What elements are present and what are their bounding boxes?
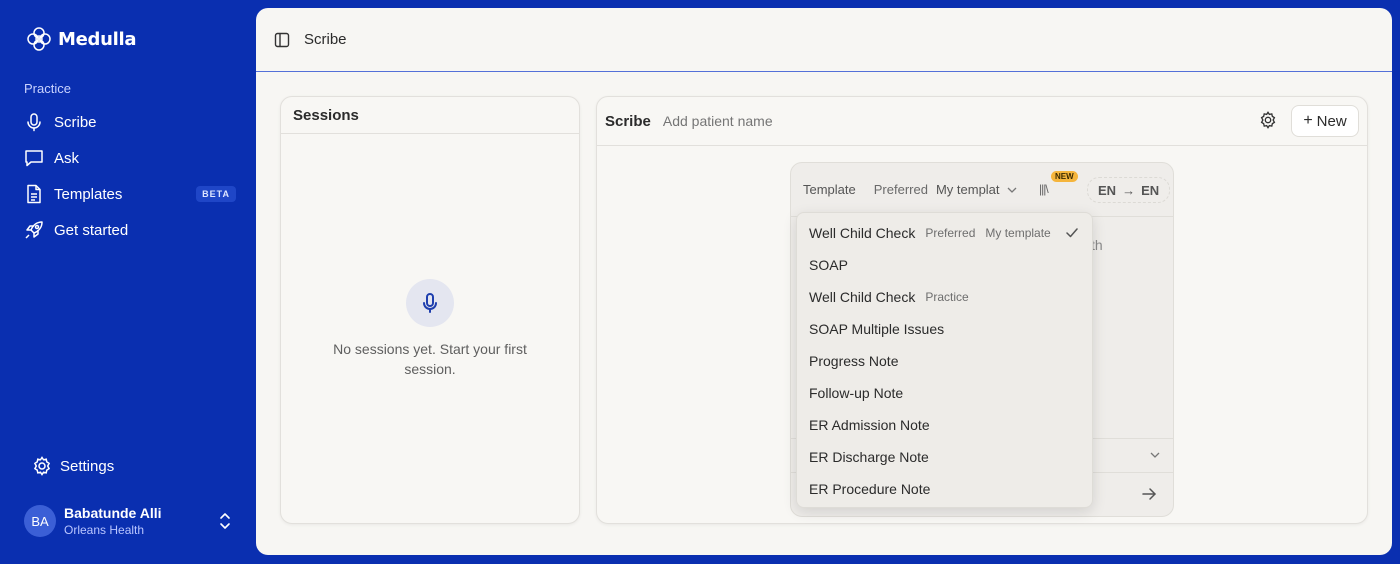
- option-label: SOAP: [809, 257, 848, 273]
- arrow-right-icon[interactable]: [1141, 487, 1157, 501]
- sidebar-item-label: Templates: [54, 185, 123, 203]
- sidebar-item-ask[interactable]: Ask: [24, 140, 236, 176]
- template-option-er-procedure-note[interactable]: ER Procedure Note: [797, 473, 1092, 505]
- option-label: Well Child Check: [809, 289, 916, 305]
- template-option-follow-up-note[interactable]: Follow-up Note: [797, 377, 1092, 409]
- template-selector[interactable]: Preferred My templat: [874, 182, 1018, 197]
- new-session-button[interactable]: + New: [1291, 105, 1359, 137]
- mic-icon: [27, 113, 41, 132]
- sidebar-item-label: Scribe: [54, 113, 97, 131]
- option-label: Follow-up Note: [809, 385, 904, 401]
- rocket-icon: [25, 221, 43, 239]
- template-option-progress-note[interactable]: Progress Note: [797, 345, 1092, 377]
- option-tag-practice: Practice: [925, 290, 969, 304]
- language-selector[interactable]: EN → EN: [1087, 177, 1171, 203]
- user-name: Babatunde Alli: [64, 505, 162, 521]
- topbar: Scribe: [256, 8, 1392, 72]
- template-dropdown: Well Child Check Preferred My template S…: [796, 212, 1093, 508]
- sessions-empty-state: No sessions yet. Start your first sessio…: [281, 279, 579, 379]
- scribe-header: Scribe: [597, 97, 1367, 146]
- template-label: Template: [803, 182, 856, 197]
- nav-section-label: Practice: [24, 81, 71, 96]
- scribe-title: Scribe: [605, 112, 651, 130]
- empty-mic-badge: [406, 279, 454, 327]
- new-badge: NEW: [1051, 171, 1078, 182]
- template-option-er-admission-note[interactable]: ER Admission Note: [797, 409, 1092, 441]
- chevron-down-icon: [1007, 187, 1016, 193]
- beta-badge: BETA: [196, 186, 236, 202]
- brand-name: Medulla: [58, 28, 137, 50]
- medulla-logo-icon: [27, 27, 51, 51]
- scribe-settings-icon[interactable]: [1259, 111, 1277, 129]
- sessions-panel: Sessions No sessions yet. Start your fir…: [280, 96, 580, 524]
- chat-icon: [25, 150, 43, 167]
- preferred-tag: Preferred: [873, 182, 928, 197]
- template-bar: Template Preferred My templat |||\ NEW E…: [791, 163, 1173, 217]
- option-label: Progress Note: [809, 353, 899, 369]
- arrow-right-icon: →: [1122, 182, 1136, 198]
- sidebar-item-label: Ask: [54, 149, 80, 167]
- page-title: Scribe: [304, 31, 347, 48]
- sessions-title: Sessions: [281, 97, 579, 134]
- user-org: Orleans Health: [64, 523, 145, 537]
- template-option-er-discharge-note[interactable]: ER Discharge Note: [797, 441, 1092, 473]
- target-language: EN: [1141, 182, 1160, 198]
- option-tag-preferred: Preferred: [925, 226, 976, 240]
- sidebar-nav: Scribe Ask Templates BETA Get started: [24, 104, 236, 248]
- template-option-well-child-check-practice[interactable]: Well Child Check Practice: [797, 281, 1092, 313]
- template-option-soap[interactable]: SOAP: [797, 249, 1092, 281]
- template-option-well-child-check[interactable]: Well Child Check Preferred My template: [797, 217, 1092, 249]
- source-language: EN: [1098, 182, 1117, 198]
- new-button-label: New: [1316, 112, 1347, 130]
- option-tag-my-template: My template: [985, 226, 1051, 240]
- option-label: ER Procedure Note: [809, 481, 931, 497]
- template-option-soap-multiple-issues[interactable]: SOAP Multiple Issues: [797, 313, 1092, 345]
- settings-label: Settings: [60, 457, 115, 475]
- option-label: ER Admission Note: [809, 417, 930, 433]
- patient-name-input[interactable]: [662, 113, 963, 129]
- chevron-up-down-icon[interactable]: [218, 511, 232, 531]
- avatar: BA: [24, 505, 56, 537]
- sidebar: Medulla Practice Scribe Ask Templates BE…: [0, 0, 256, 564]
- chevron-down-icon: [1150, 452, 1160, 458]
- document-icon: [27, 184, 41, 204]
- sidebar-toggle-icon[interactable]: [274, 32, 290, 48]
- option-label: ER Discharge Note: [809, 449, 929, 465]
- sidebar-item-templates[interactable]: Templates BETA: [24, 176, 236, 212]
- check-icon: [1066, 228, 1078, 238]
- library-icon[interactable]: |||\: [1039, 182, 1049, 196]
- plus-icon: +: [1303, 112, 1313, 129]
- gear-icon: [33, 456, 51, 476]
- brand[interactable]: Medulla: [24, 24, 137, 54]
- sidebar-item-get-started[interactable]: Get started: [24, 212, 236, 248]
- empty-sessions-text: No sessions yet. Start your first sessio…: [333, 341, 527, 377]
- sidebar-item-scribe[interactable]: Scribe: [24, 104, 236, 140]
- user-menu[interactable]: BA Babatunde Alli Orleans Health: [24, 505, 236, 537]
- option-label: SOAP Multiple Issues: [809, 321, 945, 337]
- sidebar-item-settings[interactable]: Settings: [32, 456, 114, 476]
- selected-template: My templat: [935, 182, 1000, 197]
- option-label: Well Child Check: [809, 225, 916, 241]
- sidebar-item-label: Get started: [54, 221, 129, 239]
- mic-icon: [423, 293, 437, 313]
